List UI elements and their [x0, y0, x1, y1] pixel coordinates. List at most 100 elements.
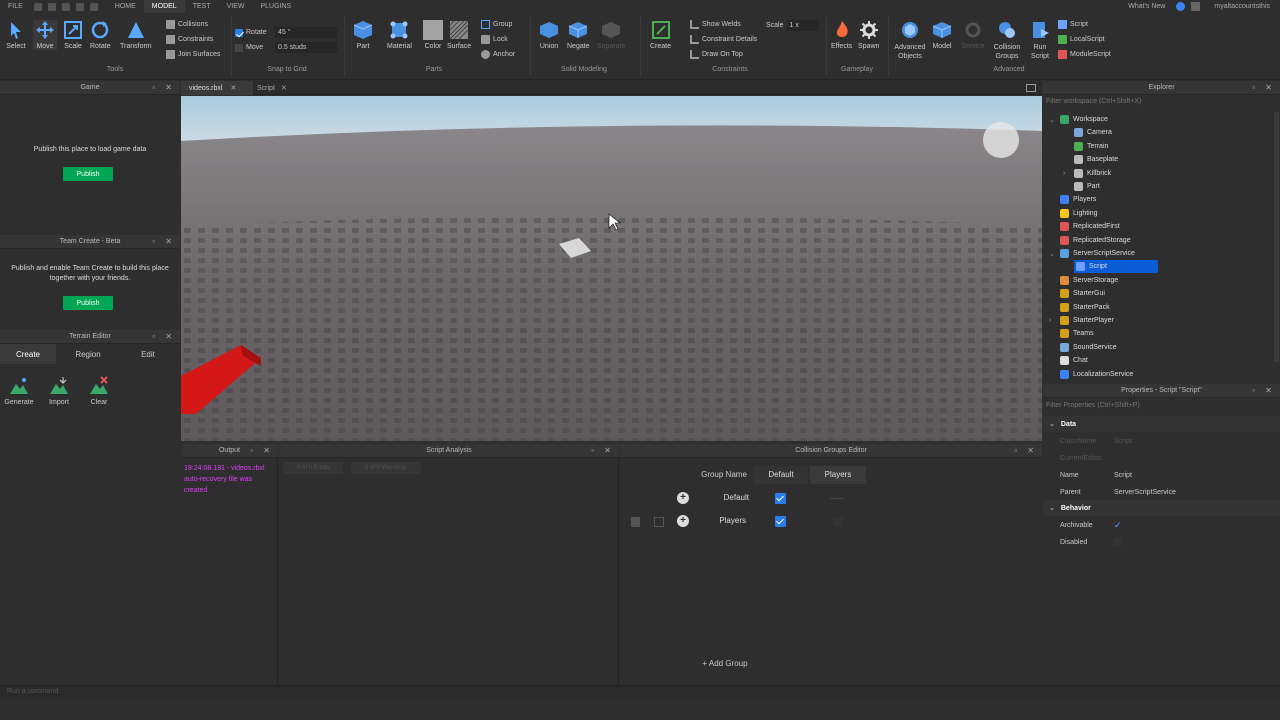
rotate-snap-checkbox[interactable] — [235, 28, 243, 37]
draw-on-top-toggle[interactable]: Draw On Top — [690, 50, 743, 59]
add-member-icon[interactable]: + — [677, 515, 689, 527]
rotate-snap-input[interactable]: 45 ° — [275, 27, 337, 38]
collisions-toggle[interactable]: Collisions — [166, 20, 208, 29]
separate-button[interactable]: Separate — [597, 20, 625, 50]
anchor-button[interactable]: Anchor — [481, 50, 515, 59]
archivable-checkbox[interactable]: ✓ — [1114, 521, 1122, 530]
chevron-down-icon[interactable]: ⌄ — [1049, 116, 1055, 124]
tab-region[interactable]: Region — [60, 344, 116, 364]
collision-groups-button[interactable]: Collision Groups — [990, 20, 1024, 61]
account-name[interactable]: myaltaccountsthis — [1206, 0, 1280, 13]
team-create-publish-button[interactable]: Publish — [63, 296, 113, 310]
explorer-item-startergui[interactable]: StarterGui — [1060, 287, 1105, 300]
insert-script-button[interactable]: Script — [1058, 20, 1088, 29]
panel-controls-icon[interactable]: ▫ ✕ — [152, 332, 176, 341]
explorer-item-starterpack[interactable]: StarterPack — [1060, 301, 1110, 314]
players-default-checkbox[interactable] — [775, 516, 786, 529]
explorer-scrollbar[interactable] — [1274, 112, 1279, 362]
color-button[interactable]: Color — [423, 20, 443, 50]
service-button[interactable]: Service — [961, 20, 984, 50]
command-input[interactable]: Run a command — [7, 688, 58, 695]
terrain-generate-button[interactable]: Generate — [3, 376, 35, 406]
panel-controls-icon[interactable]: ▫ ✕ — [152, 237, 176, 246]
explorer-item-terrain[interactable]: Terrain — [1074, 140, 1108, 153]
players-players-checkbox[interactable] — [833, 517, 843, 527]
explorer-item-players[interactable]: Players — [1060, 193, 1096, 206]
panel-controls-icon[interactable]: ▫ ✕ — [591, 446, 615, 455]
help-icon[interactable] — [1176, 2, 1186, 11]
explorer-item-replicatedstorage[interactable]: ReplicatedStorage — [1060, 234, 1131, 247]
show-welds-toggle[interactable]: Show Welds — [690, 20, 741, 29]
add-group-button[interactable]: + Add Group — [690, 659, 760, 668]
data-section-header[interactable]: ⌄ Data — [1043, 416, 1280, 432]
explorer-item-workspace[interactable]: ⌄ Workspace — [1049, 113, 1108, 126]
part-button[interactable]: Part — [353, 20, 373, 50]
prop-name[interactable]: Name Script — [1060, 467, 1270, 483]
explorer-item-teams[interactable]: Teams — [1060, 327, 1094, 340]
chevron-right-icon[interactable]: › — [1063, 170, 1065, 177]
transform-button[interactable]: Transform — [120, 20, 152, 50]
constraint-scale-input[interactable]: 1 x — [786, 20, 819, 31]
explorer-item-serverstorage[interactable]: ServerStorage — [1060, 274, 1118, 287]
model-button[interactable]: Model — [932, 20, 952, 50]
explorer-item-soundservice[interactable]: SoundService — [1060, 341, 1117, 354]
publish-icon[interactable] — [75, 2, 84, 11]
select-button[interactable]: Select — [6, 20, 26, 50]
explorer-item-lighting[interactable]: Lighting — [1060, 207, 1098, 220]
panel-controls-icon[interactable]: ▫ ✕ — [152, 83, 176, 92]
publish-button[interactable]: Publish — [63, 167, 113, 181]
new-file-icon[interactable] — [33, 2, 42, 11]
panel-controls-icon[interactable]: ▫ ✕ — [250, 446, 274, 455]
explorer-item-replicatedfirst[interactable]: ReplicatedFirst — [1060, 220, 1120, 233]
terrain-import-button[interactable]: Import — [43, 376, 75, 406]
close-tab-icon[interactable]: ✕ — [281, 84, 287, 92]
errors-filter[interactable]: 0 of 0 Errors — [283, 462, 343, 474]
move-snap-checkbox[interactable] — [235, 43, 243, 52]
save-icon[interactable] — [89, 2, 98, 11]
explorer-item-chat[interactable]: Chat — [1060, 354, 1088, 367]
insert-modulescript-button[interactable]: ModuleScript — [1058, 50, 1111, 59]
menu-model[interactable]: MODEL — [143, 0, 185, 13]
whats-new-link[interactable]: What's New — [1120, 0, 1173, 13]
menu-view[interactable]: VIEW — [219, 0, 253, 13]
fullscreen-icon[interactable] — [1026, 84, 1036, 92]
warnings-filter[interactable]: 0 of 0 Warnings — [351, 462, 421, 474]
explorer-item-localizationservice[interactable]: LocalizationService — [1060, 368, 1133, 381]
move-button[interactable]: Move — [33, 20, 57, 50]
share-icon[interactable] — [1191, 2, 1201, 11]
view-cube-icon[interactable] — [983, 122, 1019, 158]
prop-parent[interactable]: Parent ServerScriptService — [1060, 484, 1270, 500]
chevron-down-icon[interactable]: ⌄ — [1049, 250, 1055, 258]
tab-script[interactable]: Script ✕ — [253, 81, 295, 95]
menu-plugins[interactable]: PLUGINS — [252, 0, 299, 13]
delete-group-icon[interactable] — [631, 517, 640, 527]
behavior-section-header[interactable]: ⌄ Behavior — [1043, 500, 1280, 516]
panel-controls-icon[interactable]: ▫ ✕ — [1252, 386, 1276, 395]
3d-viewport[interactable] — [181, 96, 1042, 441]
union-button[interactable]: Union — [539, 20, 559, 50]
menu-file[interactable]: FILE — [0, 0, 31, 13]
tab-edit[interactable]: Edit — [120, 344, 176, 364]
add-member-icon[interactable]: + — [677, 492, 689, 504]
explorer-item-starterplayer[interactable]: › StarterPlayer — [1049, 314, 1114, 327]
surface-button[interactable]: Surface — [447, 20, 471, 50]
properties-filter-input[interactable]: Filter Properties (Ctrl+Shift+P) — [1046, 402, 1271, 409]
join-surfaces-toggle[interactable]: Join Surfaces — [166, 50, 220, 59]
default-default-checkbox[interactable] — [775, 493, 786, 506]
spawn-button[interactable]: Spawn — [858, 20, 879, 50]
panel-controls-icon[interactable]: ▫ ✕ — [1014, 446, 1038, 455]
redo-icon[interactable] — [61, 2, 70, 11]
advanced-objects-button[interactable]: Advanced Objects — [893, 20, 927, 61]
undo-icon[interactable] — [47, 2, 56, 11]
effects-button[interactable]: Effects — [831, 20, 852, 50]
tab-create[interactable]: Create — [0, 344, 56, 364]
rename-group-icon[interactable] — [654, 517, 664, 527]
explorer-item-killbrick[interactable]: › Killbrick — [1063, 167, 1111, 180]
explorer-filter-input[interactable]: Filter workspace (Ctrl+Shift+X) — [1046, 98, 1271, 105]
create-constraint-button[interactable]: Create — [650, 20, 671, 50]
chevron-right-icon[interactable]: › — [1049, 317, 1051, 324]
lock-button[interactable]: Lock — [481, 35, 508, 44]
menu-test[interactable]: TEST — [185, 0, 219, 13]
group-button[interactable]: Group — [481, 20, 512, 29]
terrain-clear-button[interactable]: Clear — [83, 376, 115, 406]
